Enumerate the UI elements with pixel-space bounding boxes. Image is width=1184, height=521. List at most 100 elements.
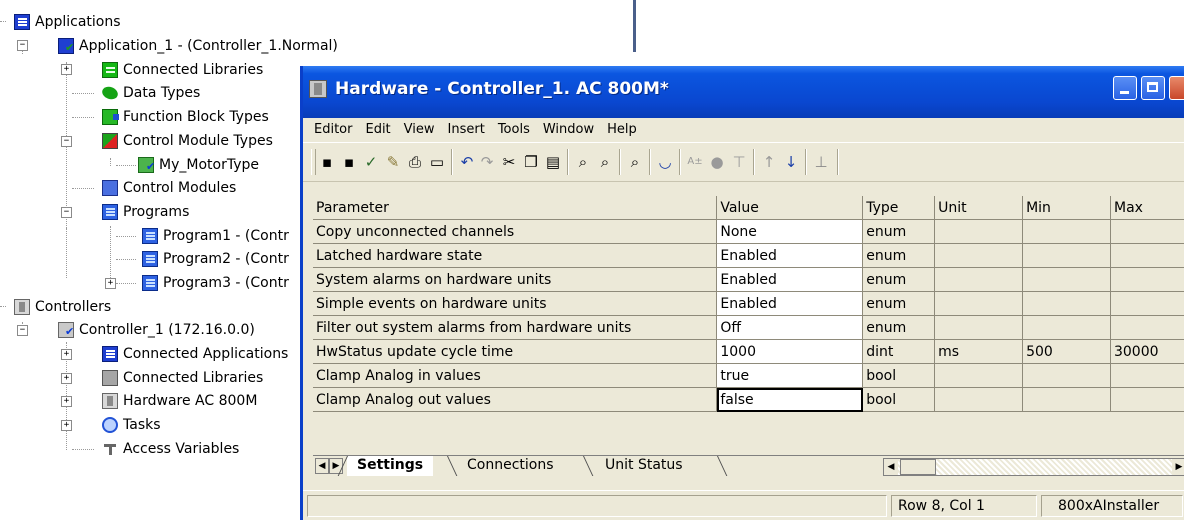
down-arrow-icon[interactable]: ↓ [783,154,799,170]
tree-node-program1[interactable]: Program1 - (Contr [142,226,289,246]
tab-unit-status[interactable]: Unit Status [595,456,693,476]
scrollbar-thumb[interactable] [900,459,936,475]
toolbar-grip[interactable] [311,149,316,175]
expander-ctrl-connected-libraries[interactable]: + [61,373,72,384]
tree-node-access-variables[interactable]: Access Variables [102,439,239,459]
cell-value[interactable]: Enabled [716,267,864,292]
find-next-icon[interactable]: ⌕ [597,154,613,170]
column-header-value[interactable]: Value [716,196,864,220]
connect-icon[interactable]: ⊥ [813,154,829,170]
tab-scroll-left-button[interactable]: ◀ [315,458,329,474]
cell-value[interactable]: false [716,387,864,412]
tree-node-program2[interactable]: Program2 - (Contr [142,249,289,269]
splitter-bar[interactable] [633,0,636,52]
tree-node-label: Programs [123,204,190,220]
tab-connections[interactable]: Connections [457,456,564,476]
expander-controller-1[interactable]: − [17,325,28,336]
table-row[interactable]: Clamp Analog out values false bool [313,387,1184,412]
menu-edit[interactable]: Edit [365,122,390,137]
expander-tasks[interactable]: + [61,420,72,431]
column-header-parameter[interactable]: Parameter [313,196,718,220]
horizontal-scrollbar[interactable]: ◀ ▶ [883,458,1184,476]
tree-node-connected-applications[interactable]: Connected Applications [102,344,288,364]
tree-node-controller-1[interactable]: Controller_1 (172.16.0.0) [58,320,255,340]
save-icon[interactable]: ▪ [319,154,335,170]
undo-icon[interactable]: ↶ [459,154,475,170]
bullet-icon[interactable]: ● [709,154,725,170]
column-header-max[interactable]: Max [1110,196,1184,220]
tree-node-control-module-types[interactable]: Control Module Types [102,131,273,151]
expander-connected-libraries[interactable]: + [61,64,72,75]
menu-view[interactable]: View [404,122,435,137]
compile-icon[interactable]: ✎ [385,154,401,170]
window-titlebar[interactable]: Hardware - Controller_1. AC 800M* [303,66,1184,118]
table-row[interactable]: System alarms on hardware units Enabled en… [313,267,1184,292]
table-row[interactable]: Latched hardware state Enabled enum [313,243,1184,268]
menu-help[interactable]: Help [607,122,637,137]
tab-settings[interactable]: Settings [347,456,434,476]
copy-icon[interactable]: ❐ [523,154,539,170]
print-preview-icon[interactable]: ▭ [429,154,445,170]
toolbar: ▪ ▪ ✓ ✎ ⎙ ▭ ↶ ↷ ✂ ❐ ▤ ⌕ ⌕ ⌕ ◡ A± ● ⊤ ↑ ↓… [303,142,1184,182]
cell-min [1022,315,1111,340]
menu-tools[interactable]: Tools [498,122,530,137]
table-row[interactable]: Simple events on hardware units Enabled en… [313,291,1184,316]
tree-node-tasks[interactable]: Tasks [102,415,161,435]
cell-value[interactable]: None [716,219,864,244]
tree-line [116,165,136,166]
tree-node-function-block-types[interactable]: Function Block Types [102,107,269,127]
redo-icon[interactable]: ↷ [479,154,495,170]
up-arrow-icon[interactable]: ↑ [761,154,777,170]
cell-value[interactable]: true [716,363,864,388]
table-row[interactable]: HwStatus update cycle time 1000 dint ms 500 3… [313,339,1184,364]
tree-node-my-motortype[interactable]: My_MotorType [138,155,259,175]
find-icon[interactable]: ⌕ [575,154,591,170]
cell-value[interactable]: Enabled [716,291,864,316]
tree-node-application-1[interactable]: Application_1 - (Controller_1.Normal) [58,36,338,56]
cell-type: enum [862,315,936,340]
expander-programs[interactable]: − [61,207,72,218]
scroll-right-arrow-icon[interactable]: ▶ [1172,459,1184,475]
tree-node-programs[interactable]: Programs [102,202,189,222]
tree-node-program3[interactable]: Program3 - (Contr [142,273,289,293]
expander-program3[interactable]: + [105,278,116,289]
maximize-button[interactable] [1141,76,1165,100]
column-header-min[interactable]: Min [1022,196,1111,220]
tree-icon[interactable]: ⊤ [731,154,747,170]
paste-icon[interactable]: ▤ [545,154,561,170]
column-header-unit[interactable]: Unit [934,196,1024,220]
table-row[interactable]: Copy unconnected channels None enum [313,219,1184,244]
cut-icon[interactable]: ✂ [501,154,517,170]
column-header-type[interactable]: Type [862,196,936,220]
menu-editor[interactable]: Editor [314,122,352,137]
print-icon[interactable]: ⎙ [407,154,423,170]
scroll-left-arrow-icon[interactable]: ◀ [884,459,898,475]
format-icon[interactable]: A± [687,154,703,170]
close-button[interactable] [1169,76,1184,100]
expander-hardware[interactable]: + [61,396,72,407]
tree-node-ctrl-connected-libraries[interactable]: Connected Libraries [102,368,263,388]
expander-connected-applications[interactable]: + [61,349,72,360]
menu-insert[interactable]: Insert [448,122,485,137]
expander-control-module-types[interactable]: − [61,136,72,147]
cell-value[interactable]: Off [716,315,864,340]
tree-node-hardware[interactable]: Hardware AC 800M [102,391,257,411]
save-all-icon[interactable]: ▪ [341,154,357,170]
tree-node-applications[interactable]: Applications [14,12,121,32]
table-row[interactable]: Filter out system alarms from hardware u… [313,315,1184,340]
tree-node-control-modules[interactable]: Control Modules [102,178,236,198]
project-explorer-tree: − + − − + − + + + + Applications Applica… [0,0,338,520]
expander-application-1[interactable]: − [17,40,28,51]
tree-node-data-types[interactable]: Data Types [100,83,200,103]
replace-icon[interactable]: ⌕ [627,154,643,170]
check-icon[interactable]: ✓ [363,154,379,170]
menu-window[interactable]: Window [543,122,594,137]
tree-node-connected-libraries[interactable]: Connected Libraries [102,60,263,80]
cell-value[interactable]: Enabled [716,243,864,268]
cell-value[interactable]: 1000 [716,339,864,364]
cell-type: dint [862,339,936,364]
table-row[interactable]: Clamp Analog in values true bool [313,363,1184,388]
comment-icon[interactable]: ◡ [657,154,673,170]
minimize-button[interactable] [1113,76,1137,100]
tree-node-controllers[interactable]: Controllers [14,297,111,317]
